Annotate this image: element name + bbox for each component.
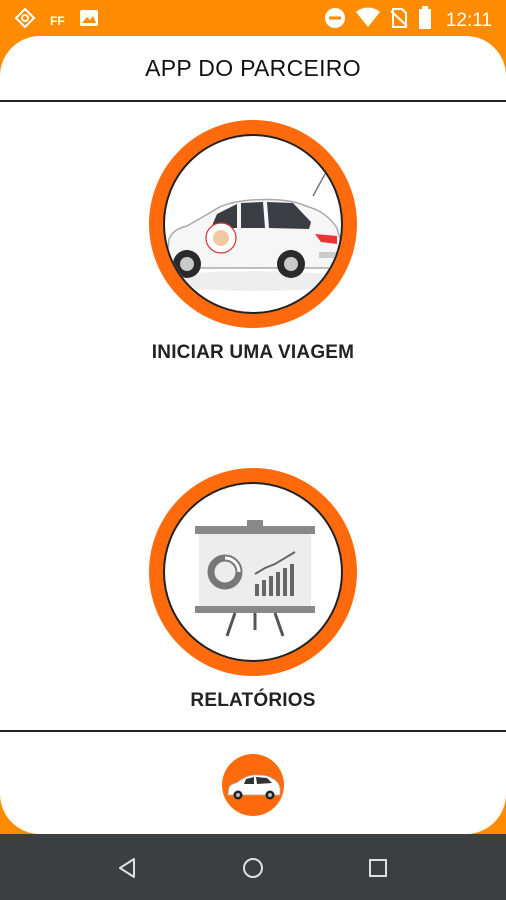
status-bar-time: 12:11 bbox=[445, 9, 492, 31]
status-bar: FF 12:11 bbox=[0, 0, 506, 36]
do-not-disturb-icon bbox=[324, 7, 346, 34]
car-image bbox=[163, 134, 343, 314]
no-sim-icon bbox=[390, 7, 408, 34]
status-bar-system: 12:11 bbox=[324, 6, 492, 35]
reports-label: RELATÓRIOS bbox=[190, 690, 316, 711]
bottom-car-button[interactable] bbox=[222, 754, 284, 816]
battery-icon bbox=[418, 6, 432, 35]
start-trip-option[interactable]: INICIAR UMA VIAGEM bbox=[0, 120, 506, 370]
app-card: APP DO PARCEIRO INICIAR UMA VIAGEM RELAT… bbox=[0, 36, 506, 834]
status-bar-notifications: FF bbox=[14, 7, 99, 34]
home-icon bbox=[243, 858, 263, 878]
app-header: APP DO PARCEIRO bbox=[0, 36, 506, 102]
start-trip-label: INICIAR UMA VIAGEM bbox=[151, 342, 355, 363]
car-icon bbox=[165, 173, 341, 291]
back-button[interactable] bbox=[114, 854, 142, 882]
bottom-bar bbox=[0, 730, 506, 834]
app-notification-icon bbox=[14, 7, 36, 34]
home-button[interactable] bbox=[239, 854, 267, 882]
reports-button[interactable] bbox=[149, 468, 357, 676]
start-trip-button[interactable] bbox=[149, 120, 357, 328]
wifi-icon bbox=[355, 7, 380, 34]
presentation-board-icon bbox=[195, 520, 315, 637]
image-notification-icon bbox=[79, 8, 99, 33]
back-icon bbox=[119, 858, 135, 878]
ff-notification-icon: FF bbox=[50, 13, 65, 28]
car-icon bbox=[227, 774, 281, 800]
recents-icon bbox=[369, 859, 387, 877]
recents-button[interactable] bbox=[364, 854, 392, 882]
system-nav-bar bbox=[0, 834, 506, 900]
reports-image bbox=[163, 482, 343, 662]
reports-option[interactable]: RELATÓRIOS bbox=[0, 468, 506, 718]
page-title: APP DO PARCEIRO bbox=[145, 54, 361, 81]
